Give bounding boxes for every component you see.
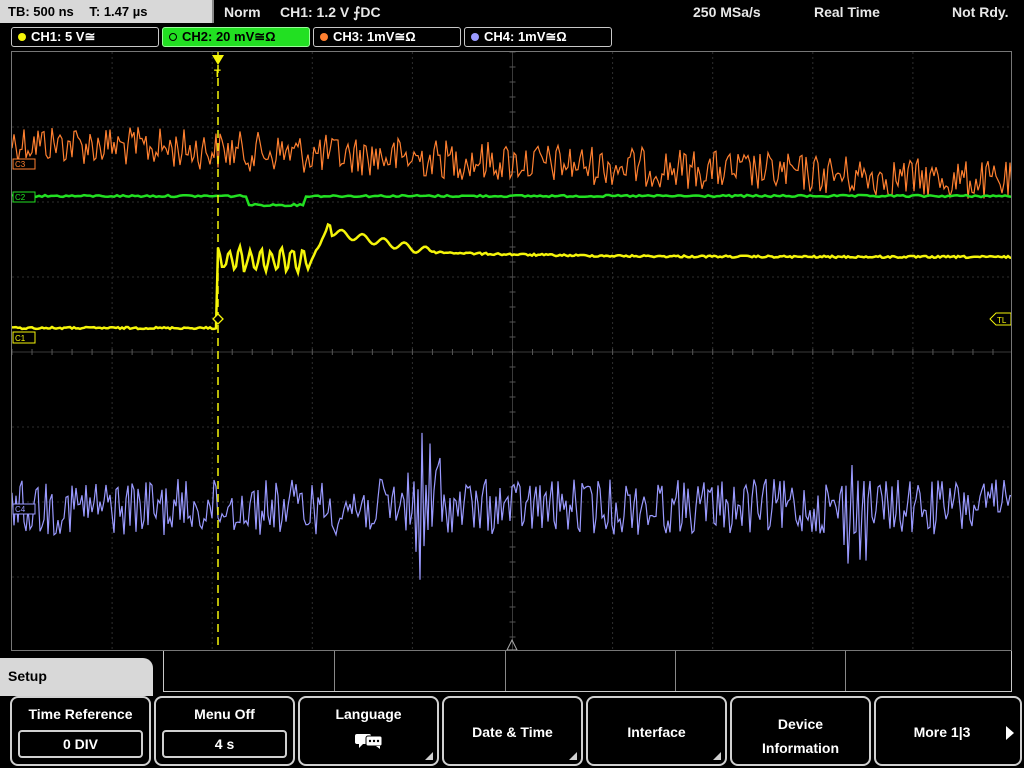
softkey-header-bar [163,651,1012,692]
ch3-ref-label: C3 [15,160,26,169]
interface-button[interactable]: Interface [586,696,727,766]
time-reference-value[interactable]: 0 DIV [18,730,143,758]
ch3-ref-marker: C3 [12,158,36,170]
ch1-ref-marker: C1 [12,331,36,344]
language-button[interactable]: Language [298,696,439,766]
more-label: More 1|3 [913,724,971,740]
menu-off-value[interactable]: 4 s [162,730,287,758]
ch3-color-icon [320,33,328,41]
submenu-corner-icon [425,752,433,760]
ch3-label: CH3: 1mV≅Ω [333,29,416,44]
trigger-level-marker: TL [989,312,1011,326]
trigger-mode[interactable]: Norm [224,4,261,20]
time-reference-label: Time Reference [28,706,133,722]
waveform-canvas: T C3 C2 C1 C4 TL [12,52,1011,650]
timebase-box[interactable]: TB: 500 ns T: 1.47 µs [0,0,214,23]
menu-off-label: Menu Off [194,706,255,722]
softkey-row: Time Reference 0 DIV Menu Off 4 s Langua… [0,696,1024,768]
timebase-label: TB: 500 ns [8,4,74,19]
ch2-label: CH2: 20 mV≅Ω [182,29,276,44]
tab-ch1[interactable]: CH1: 5 V≅ [11,27,159,47]
status-bar: TB: 500 ns T: 1.47 µs Norm CH1: 1.2 V ⨍D… [0,0,1024,24]
trigger-time-label: T: 1.47 µs [89,4,148,19]
trigger-position-icon [212,55,224,65]
device-information-button[interactable]: Device Information [730,696,871,766]
interface-label: Interface [627,724,686,740]
sample-rate: 250 MSa/s [693,4,761,20]
waveform-display[interactable]: T C3 C2 C1 C4 TL [11,51,1012,651]
ch2-ref-label: C2 [15,193,26,202]
submenu-corner-icon [713,752,721,760]
ch4-label: CH4: 1mV≅Ω [484,29,567,44]
ready-status: Not Rdy. [952,4,1009,20]
ch4-color-icon [471,33,479,41]
ch4-ref-marker: C4 [12,503,36,515]
ch2-waveform [12,193,1011,208]
ch2-color-icon [169,33,177,41]
tab-ch2[interactable]: CH2: 20 mV≅Ω [162,27,310,47]
graticule-grid [12,52,1011,650]
trigger-t-marker: T [214,68,221,80]
tab-ch4[interactable]: CH4: 1mV≅Ω [464,27,612,47]
next-arrow-icon [1006,726,1014,740]
device-info-line1: Device [777,716,824,732]
ch1-ref-label: C1 [15,334,26,343]
trigger-point-icon [212,313,224,325]
more-button[interactable]: More 1|3 [874,696,1022,766]
ch1-color-icon [18,33,26,41]
ch1-label: CH1: 5 V≅ [31,29,96,44]
submenu-corner-icon [569,752,577,760]
trigger-setting[interactable]: CH1: 1.2 V ⨍DC [280,4,381,21]
speech-bubbles-icon [354,734,382,749]
setup-menu-tab[interactable]: Setup [0,658,153,696]
tab-ch3[interactable]: CH3: 1mV≅Ω [313,27,461,47]
acquisition-mode: Real Time [814,4,880,20]
date-time-button[interactable]: Date & Time [442,696,583,766]
ch4-ref-label: C4 [15,505,26,514]
channel-bar: CH1: 5 V≅ CH2: 20 mV≅Ω CH3: 1mV≅Ω CH4: 1… [0,25,1024,49]
menu-off-button[interactable]: Menu Off 4 s [154,696,295,766]
ch2-ref-marker: C2 [12,191,36,203]
language-label: Language [335,706,402,722]
trigger-level-label: TL [997,316,1007,325]
date-time-label: Date & Time [472,724,553,740]
time-reference-button[interactable]: Time Reference 0 DIV [10,696,151,766]
device-info-line2: Information [762,740,839,756]
